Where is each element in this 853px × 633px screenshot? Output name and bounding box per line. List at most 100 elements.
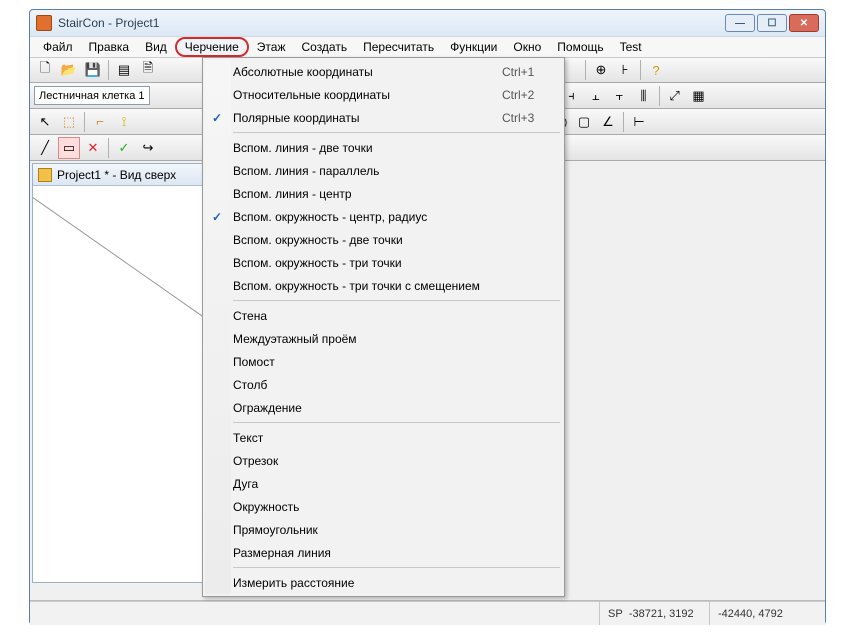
- list-icon[interactable]: ▤: [113, 59, 135, 81]
- menu-item[interactable]: Дуга: [205, 472, 562, 495]
- menu-item-label: Ограждение: [229, 401, 502, 415]
- line-icon[interactable]: ╱: [34, 137, 56, 159]
- stairwell-input[interactable]: Лестничная клетка 1: [34, 86, 150, 105]
- angle-icon[interactable]: ∠: [597, 111, 619, 133]
- menu-separator: [233, 300, 560, 301]
- menu-item[interactable]: Вспом. линия - две точки: [205, 136, 562, 159]
- menu-item[interactable]: Междуэтажный проём: [205, 327, 562, 350]
- menu-item-label: Помост: [229, 355, 502, 369]
- menu-functions[interactable]: Функции: [442, 38, 505, 56]
- menu-item[interactable]: Относительные координатыCtrl+2: [205, 83, 562, 106]
- menu-item[interactable]: ✓Вспом. окружность - центр, радиус: [205, 205, 562, 228]
- status-sp: SP -38721, 3192: [599, 602, 709, 625]
- menu-view[interactable]: Вид: [137, 38, 175, 56]
- doc-icon[interactable]: 🗎: [137, 59, 159, 81]
- menubar: Файл Правка Вид Черчение Этаж Создать Пе…: [30, 36, 825, 57]
- menu-item-label: Измерить расстояние: [229, 576, 502, 590]
- open-icon[interactable]: 📂: [58, 59, 80, 81]
- menu-item[interactable]: Стена: [205, 304, 562, 327]
- menu-item[interactable]: Текст: [205, 426, 562, 449]
- target-icon[interactable]: ⊕: [590, 59, 612, 81]
- maximize-button[interactable]: ☐: [757, 14, 787, 32]
- check-icon[interactable]: ✓: [113, 137, 135, 159]
- grid-icon[interactable]: ▦: [688, 85, 710, 107]
- menu-drawing[interactable]: Черчение: [175, 37, 249, 57]
- menu-item[interactable]: Ограждение: [205, 396, 562, 419]
- menu-item-label: Вспом. окружность - центр, радиус: [229, 210, 502, 224]
- rect-tool-icon[interactable]: ▭: [58, 137, 80, 159]
- guide-line: [33, 186, 208, 320]
- new-icon[interactable]: 🗋: [34, 59, 56, 81]
- expand-icon[interactable]: ⤢: [664, 85, 686, 107]
- close-button[interactable]: ✕: [789, 14, 819, 32]
- menu-item-label: Дуга: [229, 477, 502, 491]
- separator: [585, 60, 586, 80]
- check-icon: ✓: [205, 210, 229, 224]
- window-title: StairCon - Project1: [58, 16, 159, 30]
- menu-item-label: Отрезок: [229, 454, 502, 468]
- save-icon[interactable]: 💾: [82, 59, 104, 81]
- menu-item-label: Размерная линия: [229, 546, 502, 560]
- minimize-button[interactable]: —: [725, 14, 755, 32]
- check-icon: ✓: [205, 111, 229, 125]
- menu-item-label: Вспом. линия - параллель: [229, 164, 502, 178]
- menu-item-label: Окружность: [229, 500, 502, 514]
- menu-item[interactable]: Отрезок: [205, 449, 562, 472]
- menu-item[interactable]: Вспом. окружность - три точки c смещение…: [205, 274, 562, 297]
- segment-icon[interactable]: ⊢: [628, 111, 650, 133]
- menu-item[interactable]: Размерная линия: [205, 541, 562, 564]
- menu-item[interactable]: Окружность: [205, 495, 562, 518]
- separator: [640, 60, 641, 80]
- stairwell-input-text: Лестничная клетка 1: [39, 90, 145, 102]
- menu-item[interactable]: Помост: [205, 350, 562, 373]
- menu-item[interactable]: ✓Полярные координатыCtrl+3: [205, 106, 562, 129]
- menu-create[interactable]: Создать: [293, 38, 355, 56]
- menu-separator: [233, 422, 560, 423]
- square-icon[interactable]: ▢: [573, 111, 595, 133]
- menu-separator: [233, 567, 560, 568]
- menu-item-label: Относительные координаты: [229, 88, 502, 102]
- menu-item-label: Междуэтажный проём: [229, 332, 502, 346]
- menu-item-label: Абсолютные координаты: [229, 65, 502, 79]
- menu-item[interactable]: Вспом. окружность - две точки: [205, 228, 562, 251]
- help-icon[interactable]: ?: [645, 59, 667, 81]
- measure-icon[interactable]: ⟟: [113, 111, 135, 133]
- menu-file[interactable]: Файл: [35, 38, 81, 56]
- menu-help[interactable]: Помощь: [549, 38, 611, 56]
- statusbar: SP -38721, 3192 -42440, 4792: [30, 601, 825, 625]
- menu-item[interactable]: Вспом. окружность - три точки: [205, 251, 562, 274]
- pointer-icon[interactable]: ↖: [34, 111, 56, 133]
- menu-window[interactable]: Окно: [505, 38, 549, 56]
- menu-item[interactable]: Абсолютные координатыCtrl+1: [205, 60, 562, 83]
- menu-item-label: Стена: [229, 309, 502, 323]
- menu-item-label: Вспом. линия - центр: [229, 187, 502, 201]
- delete-icon[interactable]: ✕: [82, 137, 104, 159]
- menu-item-label: Вспом. окружность - три точки: [229, 256, 502, 270]
- menu-item[interactable]: Столб: [205, 373, 562, 396]
- align-center-icon[interactable]: ⫠: [585, 85, 607, 107]
- menu-item-label: Полярные координаты: [229, 111, 502, 125]
- menu-item-label: Вспом. линия - две точки: [229, 141, 502, 155]
- arrow-icon[interactable]: ↪: [137, 137, 159, 159]
- document-icon: [38, 168, 52, 182]
- menu-item-shortcut: Ctrl+3: [502, 111, 562, 125]
- align-right-icon[interactable]: ⫟: [609, 85, 631, 107]
- menu-item-label: Вспом. окружность - две точки: [229, 233, 502, 247]
- menu-recalc[interactable]: Пересчитать: [355, 38, 442, 56]
- app-icon: [36, 15, 52, 31]
- menu-item[interactable]: Вспом. линия - параллель: [205, 159, 562, 182]
- menu-test[interactable]: Test: [612, 38, 650, 56]
- menu-edit[interactable]: Правка: [81, 38, 138, 56]
- select-icon[interactable]: ⬚: [58, 111, 80, 133]
- menu-item[interactable]: Вспом. линия - центр: [205, 182, 562, 205]
- menu-item[interactable]: Измерить расстояние: [205, 571, 562, 594]
- titlebar[interactable]: StairCon - Project1 — ☐ ✕: [30, 10, 825, 36]
- menu-floor[interactable]: Этаж: [249, 38, 294, 56]
- stair-icon[interactable]: ⌐: [89, 111, 111, 133]
- distribute-icon[interactable]: ⫼: [633, 85, 655, 107]
- align-icon[interactable]: ⊦: [614, 59, 636, 81]
- menu-item[interactable]: Прямоугольник: [205, 518, 562, 541]
- separator: [108, 138, 109, 158]
- menu-item-label: Вспом. окружность - три точки c смещение…: [229, 279, 502, 293]
- menu-item-label: Столб: [229, 378, 502, 392]
